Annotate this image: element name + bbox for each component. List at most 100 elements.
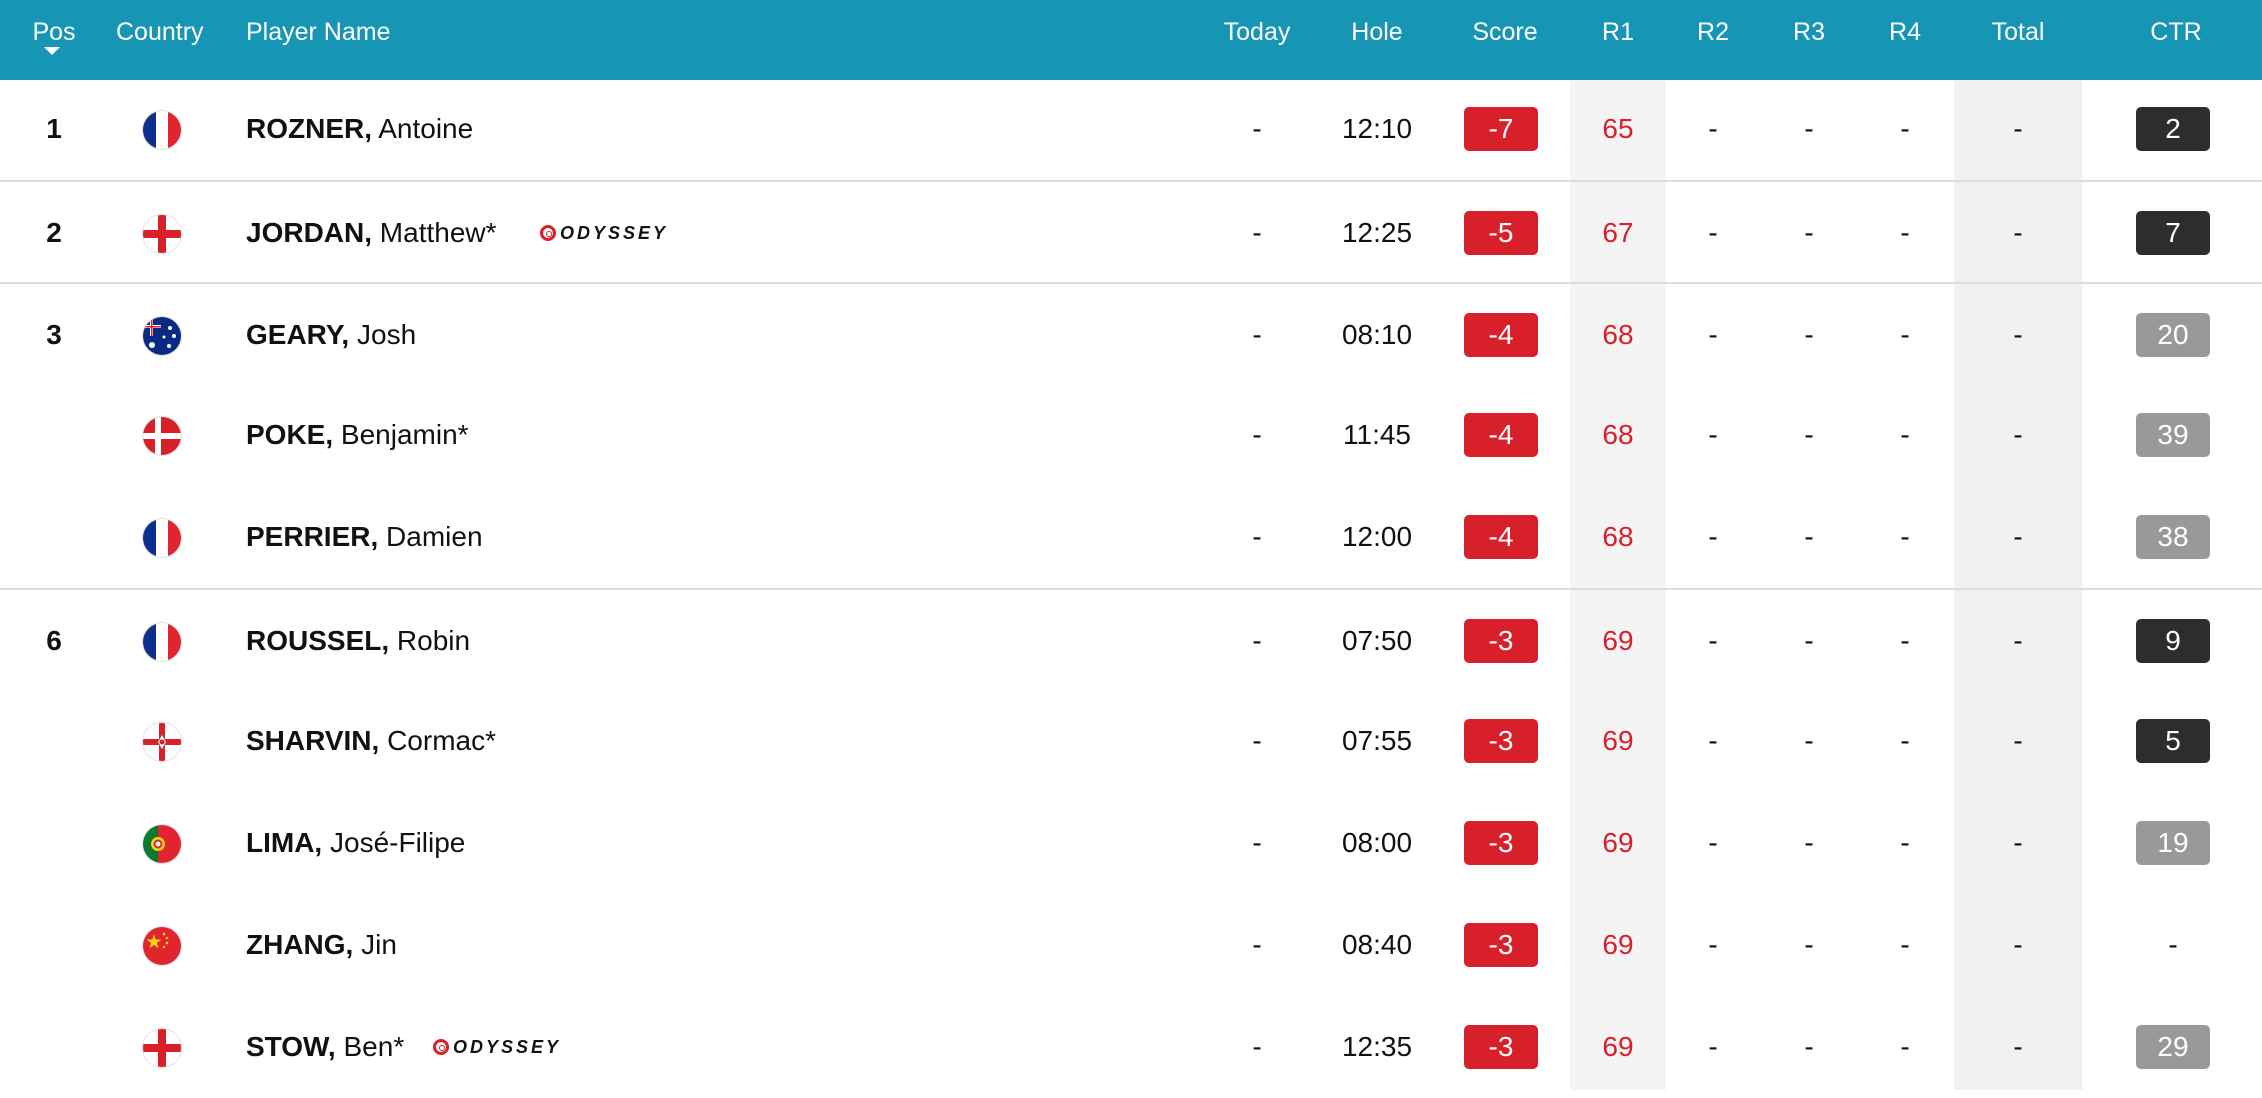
r2-cell: -	[1708, 217, 1718, 248]
r1-cell: 67	[1602, 217, 1634, 248]
odyssey-sponsor-logo: ODYSSEY	[540, 220, 668, 246]
score-badge: -4	[1464, 515, 1538, 559]
score-badge: -3	[1464, 719, 1538, 763]
today-cell: -	[1252, 929, 1262, 960]
today-cell: -	[1252, 113, 1262, 144]
r4-cell: -	[1900, 625, 1910, 656]
header-r4[interactable]: R4	[1889, 0, 1921, 64]
sponsor-wordmark: ODYSSEY	[560, 222, 669, 243]
player-name[interactable]: ROUSSEL, Robin	[246, 590, 470, 692]
odyssey-sponsor-logo: ODYSSEY	[433, 1034, 561, 1060]
r3-cell: -	[1804, 419, 1814, 450]
player-last-name: STOW,	[246, 1031, 336, 1062]
sort-down-icon[interactable]	[44, 47, 60, 55]
r4-cell: -	[1900, 827, 1910, 858]
player-last-name: POKE,	[246, 419, 334, 450]
r4-cell: -	[1900, 113, 1910, 144]
player-last-name: LIMA,	[246, 827, 323, 858]
score-badge: -3	[1464, 619, 1538, 663]
total-cell: -	[2013, 319, 2023, 350]
player-name[interactable]: ZHANG, Jin	[246, 894, 397, 996]
header-r3[interactable]: R3	[1793, 0, 1825, 64]
player-first-name: José-Filipe	[330, 827, 466, 858]
header-score[interactable]: Score	[1472, 0, 1537, 64]
player-name[interactable]: SHARVIN, Cormac*	[246, 690, 496, 792]
header-hole[interactable]: Hole	[1351, 0, 1402, 64]
header-r2[interactable]: R2	[1697, 0, 1729, 64]
ctr-badge: 9	[2136, 619, 2210, 663]
player-name[interactable]: PERRIER, Damien	[246, 486, 483, 588]
header-total[interactable]: Total	[1992, 0, 2045, 64]
today-cell: -	[1252, 419, 1262, 450]
header-r1[interactable]: R1	[1602, 0, 1634, 64]
table-row[interactable]: SHARVIN, Cormac* - 07:55 -3 69 - - - - 5	[0, 690, 2262, 792]
total-cell: -	[2013, 217, 2023, 248]
score-badge: -4	[1464, 313, 1538, 357]
table-row[interactable]: LIMA, José-Filipe - 08:00 -3 69 - - - - 19	[0, 792, 2262, 894]
hole-cell: 08:10	[1341, 319, 1413, 350]
r3-cell: -	[1804, 625, 1814, 656]
france-flag-icon	[143, 623, 181, 661]
total-cell: -	[2013, 521, 2023, 552]
ctr-badge: 19	[2136, 821, 2210, 865]
total-cell: -	[2013, 419, 2023, 450]
r2-cell: -	[1708, 929, 1718, 960]
header-country[interactable]: Country	[116, 0, 204, 64]
today-cell: -	[1252, 319, 1262, 350]
australia-flag-icon	[143, 317, 181, 355]
table-row[interactable]: ZHANG, Jin - 08:40 -3 69 - - - - -	[0, 894, 2262, 996]
r1-cell: 69	[1602, 625, 1634, 656]
player-name[interactable]: POKE, Benjamin*	[246, 384, 469, 486]
denmark-flag-icon	[143, 417, 181, 455]
table-row[interactable]: 6 ROUSSEL, Robin - 07:50 -3 69 - - - - 9	[0, 588, 2262, 690]
player-last-name: ROZNER,	[246, 113, 372, 144]
hole-cell: 12:10	[1341, 113, 1413, 144]
player-name[interactable]: STOW, Ben*	[246, 996, 404, 1098]
r2-cell: -	[1708, 625, 1718, 656]
total-cell: -	[2013, 929, 2023, 960]
table-row[interactable]: 2 JORDAN, Matthew* ODYSSEY - 12:25 -5 67 - - - - 7	[0, 180, 2262, 282]
table-row[interactable]: 1 ROZNER, Antoine - 12:10 -7 65 - - - - 2	[0, 78, 2262, 180]
today-cell: -	[1252, 1031, 1262, 1062]
player-name[interactable]: JORDAN, Matthew*	[246, 182, 497, 284]
r1-cell: 69	[1602, 725, 1634, 756]
r4-cell: -	[1900, 319, 1910, 350]
player-first-name: Jin	[361, 929, 397, 960]
player-first-name: Benjamin*	[340, 419, 469, 450]
ctr-badge: 5	[2136, 719, 2210, 763]
r1-cell: 69	[1602, 1031, 1634, 1062]
r2-cell: -	[1708, 113, 1718, 144]
today-cell: -	[1252, 725, 1262, 756]
player-last-name: PERRIER,	[246, 521, 379, 552]
r3-cell: -	[1804, 113, 1814, 144]
odyssey-ring-icon	[540, 225, 556, 241]
england-flag-icon	[143, 215, 181, 253]
china-flag-icon	[143, 927, 181, 965]
header-ctr[interactable]: CTR	[2150, 0, 2201, 64]
table-row[interactable]: PERRIER, Damien - 12:00 -4 68 - - - - 38	[0, 486, 2262, 588]
player-first-name: Damien	[386, 521, 483, 552]
player-name[interactable]: LIMA, José-Filipe	[246, 792, 465, 894]
r3-cell: -	[1804, 1031, 1814, 1062]
hole-cell: 07:50	[1341, 625, 1413, 656]
r3-cell: -	[1804, 929, 1814, 960]
odyssey-ring-icon	[433, 1039, 449, 1055]
ctr-badge: -	[2168, 929, 2178, 960]
header-player-name[interactable]: Player Name	[246, 0, 391, 64]
position-cell: 1	[46, 113, 62, 144]
player-last-name: GEARY,	[246, 319, 350, 350]
player-last-name: ZHANG,	[246, 929, 354, 960]
header-today[interactable]: Today	[1224, 0, 1291, 64]
portugal-flag-icon	[143, 825, 181, 863]
player-first-name: Antoine	[378, 113, 474, 144]
total-cell: -	[2013, 1031, 2023, 1062]
r4-cell: -	[1900, 521, 1910, 552]
hole-cell: 08:40	[1341, 929, 1413, 960]
player-name[interactable]: GEARY, Josh	[246, 284, 416, 386]
today-cell: -	[1252, 521, 1262, 552]
table-row[interactable]: STOW, Ben* ODYSSEY - 12:35 -3 69 - - - - 29	[0, 996, 2262, 1098]
score-badge: -3	[1464, 923, 1538, 967]
table-row[interactable]: POKE, Benjamin* - 11:45 -4 68 - - - - 39	[0, 384, 2262, 486]
player-name[interactable]: ROZNER, Antoine	[246, 78, 473, 180]
table-row[interactable]: 3 GEARY, Josh - 08:10 -4 68 - - - - 20	[0, 282, 2262, 384]
